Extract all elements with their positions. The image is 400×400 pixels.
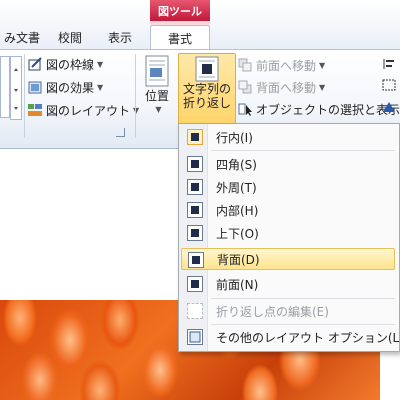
wrap-square-icon xyxy=(187,156,203,172)
layout-options-icon xyxy=(187,329,203,345)
tab-review[interactable]: 校閲 xyxy=(52,27,88,48)
picture-layout-button[interactable]: 図のレイアウト ▼ xyxy=(28,101,139,119)
tab-view[interactable]: 表示 xyxy=(100,27,140,48)
pencil-border-icon xyxy=(28,57,42,71)
menu-item-tight[interactable]: 外周(T) xyxy=(181,176,395,198)
selection-pane-button[interactable]: オブジェクトの選択と表示 xyxy=(238,100,400,118)
menu-item-square[interactable]: 四角(S) xyxy=(181,153,395,175)
position-label: 位置 xyxy=(144,89,169,103)
tab-format[interactable]: 書式 xyxy=(150,25,210,51)
menu-item-through[interactable]: 内部(H) xyxy=(181,199,395,221)
chevron-down-icon: ▼ xyxy=(97,59,104,69)
selection-pane-label: オブジェクトの選択と表示 xyxy=(256,102,400,117)
picture-effects-label: 図の効果 xyxy=(46,80,95,95)
menu-item-in-front-of-text[interactable]: 前面(N) xyxy=(181,273,395,295)
edit-wrap-points-icon xyxy=(187,303,203,319)
wrap-text-label-line2: 折り返し xyxy=(182,96,231,110)
wrap-top-bottom-icon xyxy=(187,225,203,241)
picture-border-label: 図の枠線 xyxy=(46,57,95,72)
wrap-text-menu: 行内(I) 四角(S) 外周(T) 内部(H) 上下(O) 背面(D) 前面(N… xyxy=(178,123,400,352)
wrap-text-content[interactable]: 文字列の 折り返し xyxy=(178,56,236,110)
picture-effects-icon xyxy=(28,80,42,94)
send-backward-label: 背面へ移動 xyxy=(256,80,317,95)
picture-effects-button[interactable]: 図の効果 ▼ xyxy=(28,78,103,96)
wrap-text-icon xyxy=(195,56,219,82)
align-rotate-icons[interactable] xyxy=(382,56,400,116)
picture-layout-label: 図のレイアウト xyxy=(46,103,131,118)
menu-item-behind-text[interactable]: 背面(D) xyxy=(181,248,395,270)
chevron-down-icon: ▼ xyxy=(319,60,326,70)
wrap-inline-icon xyxy=(187,129,203,145)
menu-item-top-and-bottom[interactable]: 上下(O) xyxy=(181,222,395,244)
ribbon-separator xyxy=(135,54,136,138)
ribbon-tab-row: 図ツール み文書 校閲 表示 書式 xyxy=(0,0,400,51)
position-button[interactable]: 位置 ▼ xyxy=(139,55,175,117)
picture-styles-gallery[interactable] xyxy=(0,56,10,118)
gallery-scroll-arrows-icon xyxy=(14,68,18,110)
gallery-scroll[interactable] xyxy=(10,56,22,120)
menu-item-more-layout-options[interactable]: その他のレイアウト オプション(L)... xyxy=(181,326,400,348)
chevron-down-icon: ▼ xyxy=(155,105,162,114)
chevron-down-icon: ▼ xyxy=(97,82,104,92)
position-icon xyxy=(145,55,169,87)
send-backward-icon xyxy=(238,80,252,94)
tab-mailings[interactable]: み文書 xyxy=(0,27,50,48)
chevron-down-icon: ▼ xyxy=(319,82,326,92)
menu-separator xyxy=(211,150,395,151)
menu-item-edit-wrap-points[interactable]: 折り返し点の編集(E) xyxy=(181,300,395,322)
menu-item-in-line-with-text[interactable]: 行内(I) xyxy=(181,126,395,148)
wrap-in-front-icon xyxy=(187,276,203,292)
bring-forward-icon xyxy=(238,58,252,72)
send-backward-button[interactable]: 背面へ移動 ▼ xyxy=(238,78,325,96)
context-tab-header: 図ツール xyxy=(150,0,210,21)
wrap-tight-icon xyxy=(187,179,203,195)
wrap-behind-text-icon xyxy=(188,252,204,268)
picture-styles-dialog-launcher-icon[interactable] xyxy=(116,128,125,137)
wrap-through-icon xyxy=(187,202,203,218)
menu-separator xyxy=(211,298,395,299)
ribbon-separator xyxy=(24,54,25,138)
wrap-text-label-line1: 文字列の xyxy=(182,82,231,96)
bring-forward-label: 前面へ移動 xyxy=(256,58,317,73)
smartart-layout-icon xyxy=(28,103,42,117)
bring-forward-button[interactable]: 前面へ移動 ▼ xyxy=(238,56,325,74)
selection-pane-icon xyxy=(238,102,252,116)
menu-separator xyxy=(211,324,395,325)
picture-border-button[interactable]: 図の枠線 ▼ xyxy=(28,55,103,73)
